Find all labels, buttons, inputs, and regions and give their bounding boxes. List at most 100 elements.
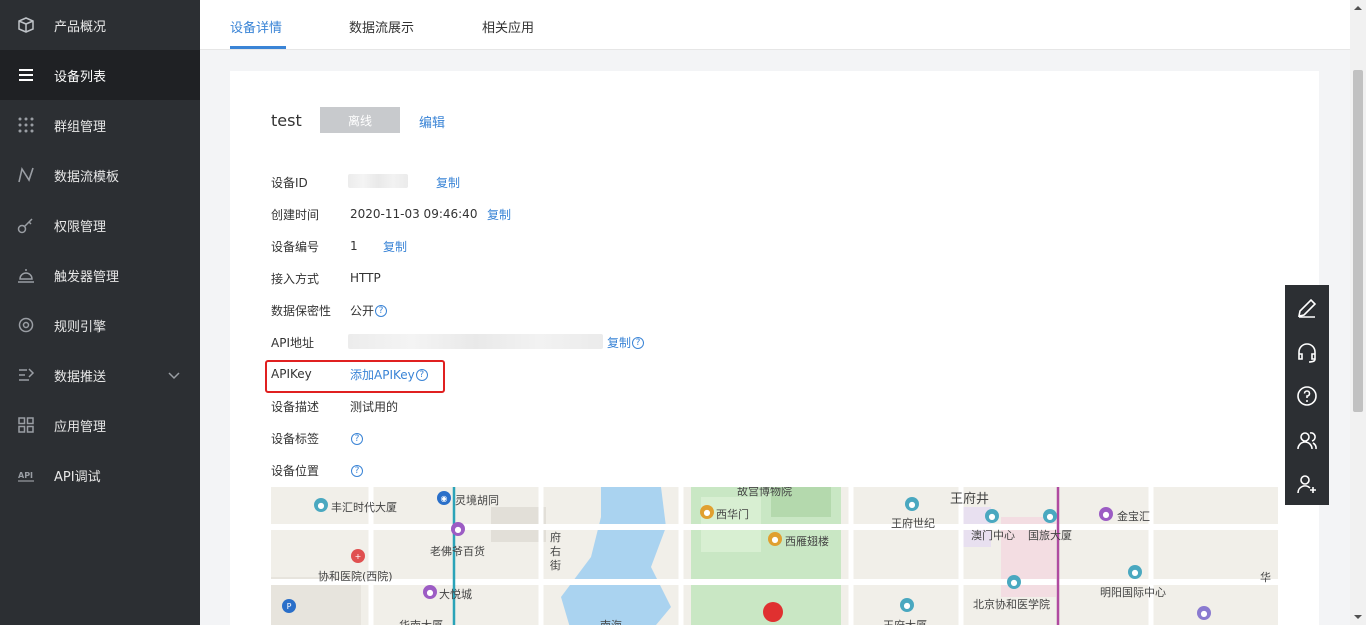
help-icon[interactable]: ?: [351, 464, 363, 477]
data-privacy-value: 公开?: [350, 302, 388, 319]
map-label: 金宝汇: [1117, 510, 1150, 523]
feedback-button[interactable]: [1285, 287, 1329, 331]
device-number-value: 1: [350, 239, 358, 253]
help-icon[interactable]: ?: [351, 432, 363, 445]
sidebar-item-label: 设备列表: [54, 69, 107, 85]
sidebar-item-app-management[interactable]: 应用管理: [0, 400, 200, 450]
device-id-value-redacted: [348, 174, 408, 188]
label-access-method: 接入方式: [271, 271, 320, 286]
label-device-description: 设备描述: [271, 399, 320, 414]
help-icon[interactable]: ?: [375, 305, 388, 317]
sidebar-item-label: 群组管理: [54, 119, 107, 135]
sidebar-item-group-management[interactable]: 群组管理: [0, 100, 200, 150]
sidebar-item-data-push[interactable]: 数据推送: [0, 350, 200, 400]
sidebar-item-label: 应用管理: [54, 419, 107, 435]
map-label: 丰汇时代大厦: [331, 501, 397, 514]
poi-office-icon: ●: [1043, 509, 1057, 523]
scroll-thumb[interactable]: [1353, 70, 1363, 412]
help-button[interactable]: [1285, 375, 1329, 419]
poi-office-icon: ●: [985, 509, 999, 523]
map-label: 明阳国际中心: [1100, 586, 1166, 599]
scroll-up-icon[interactable]: [1354, 4, 1362, 12]
map-label: 协和医院(西院): [318, 570, 393, 583]
poi-hospital-icon: +: [351, 549, 365, 563]
copy-api-address-label: 复制: [607, 335, 632, 350]
tab-related-apps[interactable]: 相关应用: [482, 17, 534, 36]
edit-link[interactable]: 编辑: [419, 112, 445, 131]
api-address-value-redacted: [348, 334, 603, 349]
sidebar-item-product-overview[interactable]: 产品概况: [0, 0, 200, 50]
map-label: 西华门: [716, 508, 749, 521]
poi-hotel-icon: ●: [1197, 606, 1211, 620]
access-method-value: HTTP: [350, 271, 381, 285]
sidebar-item-device-list[interactable]: 设备列表: [0, 50, 200, 100]
label-created-time: 创建时间: [271, 207, 320, 222]
map-label: 街: [550, 559, 561, 572]
support-button[interactable]: [1285, 331, 1329, 375]
sidebar-item-label: 数据流模板: [54, 169, 120, 185]
community-button[interactable]: [1285, 419, 1329, 463]
tab-bar: 设备详情 数据流展示 相关应用: [200, 0, 1350, 50]
map-label: 灵境胡同: [455, 494, 499, 507]
copy-api-address-button[interactable]: 复制?: [607, 334, 645, 351]
map-label: 西雁翅楼: [785, 535, 829, 548]
tab-datastream[interactable]: 数据流展示: [349, 17, 414, 36]
sidebar-item-api-debug[interactable]: API API调试: [0, 450, 200, 500]
copy-created-time-button[interactable]: 复制: [487, 206, 511, 223]
copy-device-id-button[interactable]: 复制: [436, 174, 460, 191]
sidebar-item-label: 权限管理: [54, 219, 107, 235]
headset-icon: [1295, 340, 1319, 367]
sidebar-item-trigger[interactable]: 触发器管理: [0, 250, 200, 300]
map-label: 老佛爷百货: [430, 545, 485, 558]
help-icon[interactable]: ?: [632, 337, 645, 349]
created-time-value: 2020-11-03 09:46:40: [350, 207, 478, 221]
sidebar-item-permission[interactable]: 权限管理: [0, 200, 200, 250]
poi-office-icon: ●: [314, 498, 328, 512]
map-label: 南海: [600, 617, 622, 625]
status-badge: 离线: [320, 107, 400, 133]
device-location-map[interactable]: ● 丰汇时代大厦 ◉ 灵境胡同 ● 老佛爷百货 + 协和医院(西院) ● 大悦城…: [271, 487, 1278, 625]
sidebar-item-rule-engine[interactable]: 规则引擎: [0, 300, 200, 350]
main-content: 设备详情 数据流展示 相关应用 test 离线 编辑 设备ID 复制 创建时间 …: [200, 0, 1350, 625]
map-label: 王府井: [950, 492, 990, 507]
api-icon: API: [17, 466, 35, 484]
map-label: 国旅大厦: [1028, 529, 1072, 542]
label-data-privacy: 数据保密性: [271, 303, 332, 318]
map-label: 华: [1260, 571, 1271, 584]
add-user-icon: [1295, 472, 1319, 499]
floating-toolbar: [1285, 285, 1329, 505]
device-description-value: 测试用的: [350, 399, 399, 414]
sidebar-item-label: 数据推送: [54, 369, 107, 385]
map-label: 北京协和医学院: [973, 598, 1050, 611]
page-scrollbar[interactable]: [1350, 0, 1366, 625]
map-label: 澳门中心: [971, 529, 1015, 542]
account-button[interactable]: [1285, 463, 1329, 507]
privacy-value-text: 公开: [350, 303, 375, 318]
poi-mall-icon: ●: [1099, 507, 1113, 521]
chart-line-icon: [17, 166, 35, 184]
sidebar-item-datastream-template[interactable]: 数据流模板: [0, 150, 200, 200]
grid-dots-icon: [17, 116, 35, 134]
poi-mall-icon: ●: [423, 585, 437, 599]
label-device-number: 设备编号: [271, 239, 320, 254]
map-label: 故宫博物院: [737, 487, 792, 498]
map-label: 王府世纪: [891, 517, 935, 530]
help-circle-icon: [1295, 384, 1319, 411]
device-tags-value: ?: [350, 431, 363, 445]
chevron-down-icon[interactable]: [167, 368, 181, 382]
list-icon: [17, 66, 35, 84]
copy-device-number-button[interactable]: 复制: [383, 238, 407, 255]
label-api-address: API地址: [271, 335, 314, 350]
poi-office-icon: ●: [1128, 565, 1142, 579]
scroll-down-icon[interactable]: [1354, 613, 1362, 621]
sidebar-item-label: 触发器管理: [54, 269, 120, 285]
poi-scenic-icon: ●: [700, 505, 714, 519]
tab-device-detail[interactable]: 设备详情: [230, 17, 282, 36]
users-icon: [1295, 428, 1319, 455]
map-label: 华南大厦: [399, 617, 443, 625]
poi-office-icon: ●: [900, 598, 914, 612]
target-icon: [17, 316, 35, 334]
tab-active-indicator: [230, 46, 286, 49]
device-detail-card: test 离线 编辑 设备ID 复制 创建时间 2020-11-03 09:46…: [230, 71, 1319, 625]
cube-icon: [17, 16, 35, 34]
